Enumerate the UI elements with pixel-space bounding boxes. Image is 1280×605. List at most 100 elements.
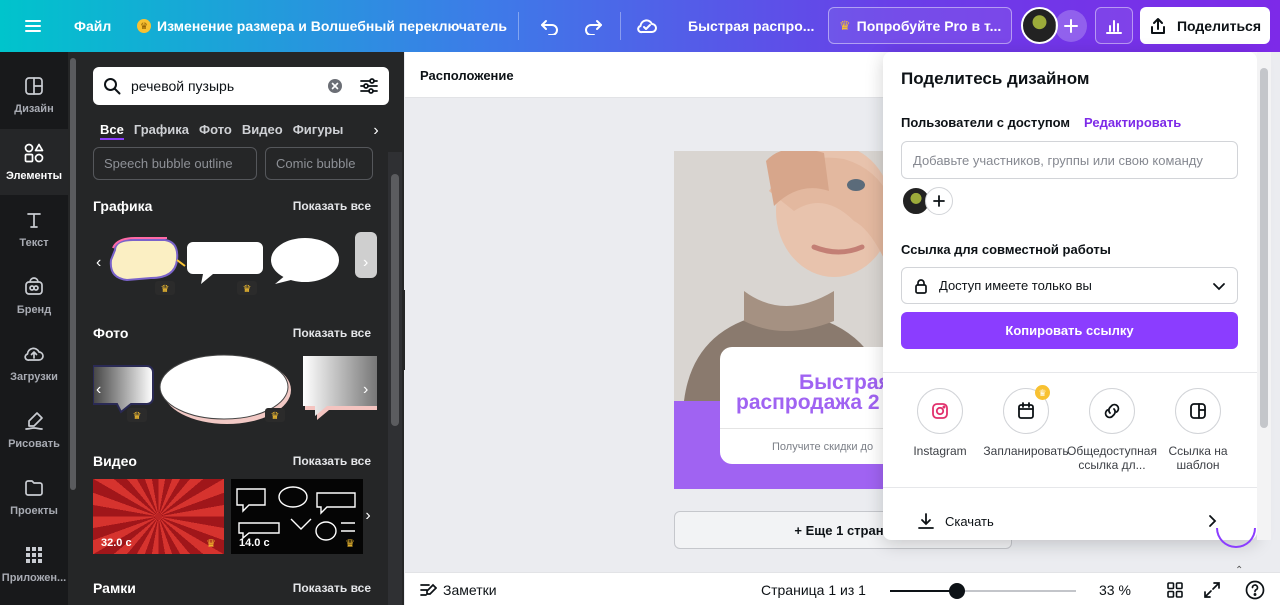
- share-option-template-link[interactable]: Ссылка на шаблон: [1155, 388, 1241, 472]
- download-row[interactable]: Скачать: [917, 512, 1217, 530]
- panel-scrollbar-thumb[interactable]: [391, 174, 399, 426]
- rail-label: Элементы: [5, 170, 63, 182]
- analytics-button[interactable]: [1095, 7, 1133, 44]
- design-page[interactable]: Быстрая распродажа 2 Получите скидки до: [674, 151, 894, 489]
- menu-icon[interactable]: [20, 14, 46, 38]
- people-with-access-label: Пользователи с доступом: [901, 115, 1071, 130]
- show-all-link[interactable]: Показать все: [293, 326, 371, 340]
- rail-scrollbar[interactable]: [70, 58, 76, 490]
- zoom-slider[interactable]: [890, 583, 1076, 599]
- crown-icon: ♛: [1035, 385, 1050, 400]
- videos-next-chevron-icon[interactable]: ›: [358, 503, 378, 529]
- add-person-button[interactable]: [925, 187, 953, 215]
- share-option-label: Запланировать: [983, 444, 1069, 458]
- layout-icon: [25, 77, 43, 95]
- share-option-public-link[interactable]: Общедоступная ссылка дл...: [1067, 388, 1157, 472]
- instagram-icon-button[interactable]: [917, 388, 963, 434]
- svg-text:♛: ♛: [271, 411, 280, 422]
- search-input[interactable]: речевой пузырь: [131, 78, 327, 94]
- tabs-next-chevron-icon[interactable]: ›: [366, 118, 386, 144]
- photos-thumbnails[interactable]: ♛ ♛ › ‹: [93, 352, 378, 427]
- upload-cloud-icon: [24, 347, 44, 361]
- resize-magic-switch-button[interactable]: ♛ Изменение размера и Волшебный переключ…: [137, 14, 507, 38]
- share-option-schedule[interactable]: ♛ Запланировать: [983, 385, 1069, 458]
- suggestion-chip[interactable]: Speech bubble outline: [93, 147, 257, 180]
- share-label: Поделиться: [1176, 17, 1262, 34]
- edit-access-link[interactable]: Редактировать: [1084, 115, 1181, 130]
- show-all-link[interactable]: Показать все: [293, 581, 371, 595]
- share-scrollbar-thumb[interactable]: [1260, 68, 1268, 428]
- calendar-icon-button[interactable]: ♛: [1003, 385, 1050, 434]
- design-headline[interactable]: распродажа 2: [736, 391, 880, 415]
- instagram-icon: [932, 403, 948, 419]
- share-option-label: Общедоступная ссылка дл...: [1067, 444, 1157, 472]
- video-thumbnail[interactable]: 32.0 с ♛: [93, 479, 224, 554]
- position-button[interactable]: Расположение: [420, 68, 514, 83]
- share-popover: Поделитесь дизайном Пользователи с досту…: [883, 52, 1257, 540]
- collab-link-label: Ссылка для совместной работы: [901, 242, 1111, 257]
- svg-text:›: ›: [363, 254, 368, 271]
- graphics-thumbnails[interactable]: ♛ ♛ ‹ ›: [93, 230, 378, 300]
- file-menu[interactable]: Файл: [74, 14, 111, 38]
- rail-item-design[interactable]: Дизайн: [0, 62, 68, 128]
- promo-card[interactable]: Быстрая распродажа 2 Получите скидки до: [720, 347, 894, 464]
- zoom-level[interactable]: 33 %: [1099, 573, 1131, 605]
- suggestion-chip[interactable]: Comic bubble: [265, 147, 373, 180]
- template-icon-button[interactable]: [1175, 388, 1221, 434]
- video-duration: 32.0 с: [101, 537, 132, 549]
- rail-label: Проекты: [10, 505, 58, 517]
- design-title[interactable]: Быстрая распро...: [688, 14, 814, 38]
- chevron-right-icon: [1209, 515, 1217, 527]
- video-thumbnail[interactable]: 14.0 с ♛: [231, 479, 363, 554]
- help-icon[interactable]: [1245, 573, 1265, 605]
- invite-input[interactable]: Добавьте участников, группы или свою ком…: [901, 141, 1238, 179]
- show-all-link[interactable]: Показать все: [293, 454, 371, 468]
- notes-button[interactable]: Заметки: [419, 573, 497, 605]
- tab-videos[interactable]: Видео: [242, 122, 283, 140]
- avatar[interactable]: [1021, 7, 1058, 44]
- calendar-icon: [1018, 402, 1034, 419]
- share-option-instagram[interactable]: Instagram: [897, 388, 983, 458]
- rail-item-draw[interactable]: Рисовать: [0, 397, 68, 463]
- undo-icon[interactable]: [537, 13, 563, 39]
- fullscreen-icon[interactable]: [1203, 573, 1221, 605]
- rail-item-apps[interactable]: Приложен...: [0, 531, 68, 597]
- add-collaborator-button[interactable]: [1055, 10, 1087, 42]
- grid-view-icon[interactable]: [1167, 573, 1183, 605]
- chevron-up-icon[interactable]: ⌃: [1235, 564, 1243, 576]
- share-scrollbar[interactable]: [1257, 52, 1271, 540]
- tab-shapes[interactable]: Фигуры: [293, 122, 344, 140]
- svg-text:♛: ♛: [161, 284, 170, 295]
- cloud-saved-icon[interactable]: [634, 13, 660, 39]
- link-icon-button[interactable]: [1089, 388, 1135, 434]
- rail-item-brand[interactable]: Бренд: [0, 263, 68, 329]
- access-dropdown[interactable]: Доступ имеете только вы: [901, 267, 1238, 304]
- search-box[interactable]: речевой пузырь: [93, 67, 389, 105]
- copy-link-button[interactable]: Копировать ссылку: [901, 312, 1238, 349]
- filter-sliders-icon[interactable]: [359, 77, 379, 95]
- rail-item-elements[interactable]: Элементы: [0, 129, 68, 195]
- rail-item-projects[interactable]: Проекты: [0, 464, 68, 530]
- download-label: Скачать: [945, 513, 994, 529]
- try-pro-button[interactable]: ♛ Попробуйте Pro в т...: [828, 7, 1012, 44]
- page-indicator[interactable]: Страница 1 из 1: [761, 573, 866, 605]
- redo-icon[interactable]: [580, 13, 606, 39]
- frames-section-header: Рамки Показать все: [93, 580, 371, 596]
- share-button[interactable]: Поделиться: [1140, 7, 1270, 44]
- tab-all[interactable]: Все: [100, 122, 124, 140]
- crown-icon: ♛: [839, 17, 851, 33]
- plus-icon: [933, 195, 945, 207]
- tab-photos[interactable]: Фото: [199, 122, 232, 140]
- rail-item-text[interactable]: Текст: [0, 196, 68, 262]
- clear-search-icon[interactable]: [327, 78, 343, 94]
- panel-scrollbar[interactable]: [388, 152, 402, 605]
- section-title: Рамки: [93, 580, 136, 596]
- crown-icon: ♛: [206, 538, 216, 550]
- rail-item-uploads[interactable]: Загрузки: [0, 330, 68, 396]
- design-subtext[interactable]: Получите скидки до: [772, 441, 873, 453]
- show-all-link[interactable]: Показать все: [293, 199, 371, 213]
- videos-section-header: Видео Показать все: [93, 453, 371, 469]
- tab-graphics[interactable]: Графика: [134, 122, 189, 140]
- photos-section-header: Фото Показать все: [93, 325, 371, 341]
- zoom-slider-thumb[interactable]: [948, 583, 965, 599]
